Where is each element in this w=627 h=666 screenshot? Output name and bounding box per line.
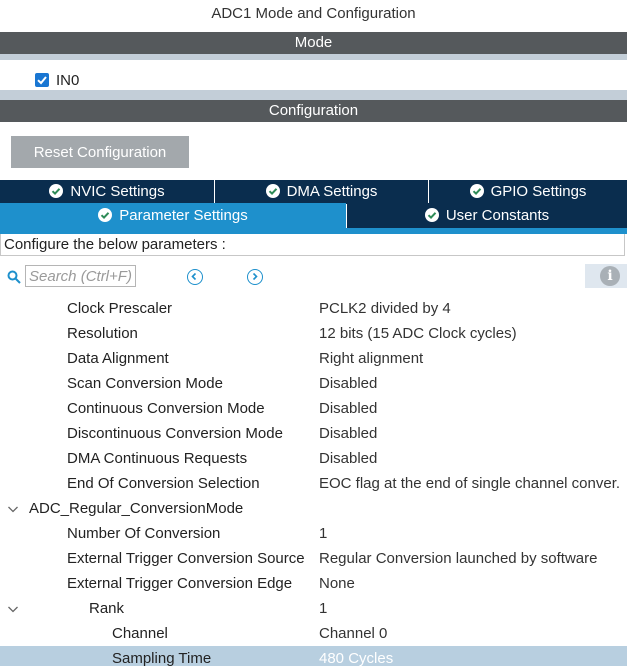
tab-nvic-settings[interactable]: NVIC Settings xyxy=(0,180,214,204)
param-key: External Trigger Conversion Edge xyxy=(67,575,293,592)
chevron-down-icon[interactable] xyxy=(7,503,19,515)
param-row-dma-continuous[interactable]: DMA Continuous Requests Disabled xyxy=(0,446,627,471)
search-icon[interactable] xyxy=(7,270,21,284)
param-key: Discontinuous Conversion Mode xyxy=(67,425,283,442)
param-row-num-conversion[interactable]: Number Of Conversion 1 xyxy=(0,521,627,546)
param-row-data-alignment[interactable]: Data Alignment Right alignment xyxy=(0,346,627,371)
param-row-eoc-selection[interactable]: End Of Conversion Selection EOC flag at … xyxy=(0,471,627,496)
param-value[interactable]: Disabled xyxy=(319,371,377,396)
param-row-resolution[interactable]: Resolution 12 bits (15 ADC Clock cycles) xyxy=(0,321,627,346)
param-group-rank[interactable]: Rank 1 xyxy=(0,596,627,621)
param-row-discontinuous-conversion[interactable]: Discontinuous Conversion Mode Disabled xyxy=(0,421,627,446)
window-title: ADC1 Mode and Configuration xyxy=(211,5,416,22)
param-value[interactable]: Disabled xyxy=(319,446,377,471)
param-value[interactable]: Right alignment xyxy=(319,346,423,371)
configure-hint: Configure the below parameters : xyxy=(0,234,625,256)
param-key: Rank xyxy=(89,600,125,617)
tab-user-constants[interactable]: User Constants xyxy=(347,203,627,228)
check-circle-icon xyxy=(49,184,64,198)
tab-dma-settings[interactable]: DMA Settings xyxy=(215,180,428,204)
param-key: DMA Continuous Requests xyxy=(67,450,248,467)
chevron-down-icon[interactable] xyxy=(7,603,19,615)
tab-label: User Constants xyxy=(445,207,550,224)
param-value[interactable]: 1 xyxy=(319,521,327,546)
param-key: Resolution xyxy=(67,325,138,342)
param-row-ext-trigger-edge[interactable]: External Trigger Conversion Edge None xyxy=(0,571,627,596)
param-row-channel[interactable]: Channel Channel 0 xyxy=(0,621,627,646)
check-circle-icon xyxy=(469,184,484,198)
param-value[interactable]: Disabled xyxy=(319,396,377,421)
param-row-sampling-time[interactable]: Sampling Time 480 Cycles xyxy=(0,646,627,666)
param-key: Data Alignment xyxy=(67,350,169,367)
param-value[interactable]: None xyxy=(319,571,355,596)
group-label: ADC_Regular_ConversionMode xyxy=(29,500,244,517)
param-key: End Of Conversion Selection xyxy=(67,475,260,492)
param-value[interactable]: Channel 0 xyxy=(319,621,387,646)
param-value[interactable]: 12 bits (15 ADC Clock cycles) xyxy=(319,321,517,346)
param-value[interactable]: 480 Cycles xyxy=(319,646,393,666)
param-key: Continuous Conversion Mode xyxy=(67,400,265,417)
param-key: Scan Conversion Mode xyxy=(67,375,223,392)
param-key: Clock Prescaler xyxy=(67,300,173,317)
check-icon xyxy=(37,76,47,85)
param-key: External Trigger Conversion Source xyxy=(67,550,305,567)
prev-icon[interactable] xyxy=(187,269,203,285)
param-row-continuous-conversion[interactable]: Continuous Conversion Mode Disabled xyxy=(0,396,627,421)
param-row-scan-conversion[interactable]: Scan Conversion Mode Disabled xyxy=(0,371,627,396)
param-row-clock-prescaler[interactable]: Clock Prescaler PCLK2 divided by 4 xyxy=(0,296,627,321)
param-row-ext-trigger-source[interactable]: External Trigger Conversion Source Regul… xyxy=(0,546,627,571)
next-icon[interactable] xyxy=(247,269,263,285)
info-button[interactable]: i xyxy=(585,264,627,288)
param-value[interactable]: Regular Conversion launched by software xyxy=(319,546,598,571)
configuration-header: Configuration xyxy=(0,100,627,122)
check-circle-icon xyxy=(98,208,113,222)
tab-label: NVIC Settings xyxy=(70,183,165,200)
reset-configuration-button[interactable]: Reset Configuration xyxy=(11,136,189,168)
param-value[interactable]: PCLK2 divided by 4 xyxy=(319,296,451,321)
in0-label: IN0 xyxy=(56,72,80,89)
param-group-regular-conversion[interactable]: ADC_Regular_ConversionMode xyxy=(0,496,627,521)
tab-gpio-settings[interactable]: GPIO Settings xyxy=(429,180,627,204)
param-value[interactable]: Disabled xyxy=(319,421,377,446)
tab-label: DMA Settings xyxy=(286,183,378,200)
mode-header: Mode xyxy=(0,32,627,54)
param-key: Sampling Time xyxy=(112,650,212,666)
tab-parameter-settings[interactable]: Parameter Settings xyxy=(0,203,346,228)
param-key: Number Of Conversion xyxy=(67,525,221,542)
param-value[interactable]: EOC flag at the end of single channel co… xyxy=(319,471,620,496)
tab-label: Parameter Settings xyxy=(119,207,248,224)
param-value[interactable]: 1 xyxy=(319,596,327,621)
divider xyxy=(0,90,627,100)
divider xyxy=(0,54,627,60)
search-input[interactable] xyxy=(25,265,136,287)
check-circle-icon xyxy=(424,208,439,222)
param-key: Channel xyxy=(112,625,168,642)
info-icon: i xyxy=(600,266,620,286)
in0-checkbox[interactable] xyxy=(35,73,49,87)
check-circle-icon xyxy=(265,184,280,198)
tab-label: GPIO Settings xyxy=(490,183,587,200)
